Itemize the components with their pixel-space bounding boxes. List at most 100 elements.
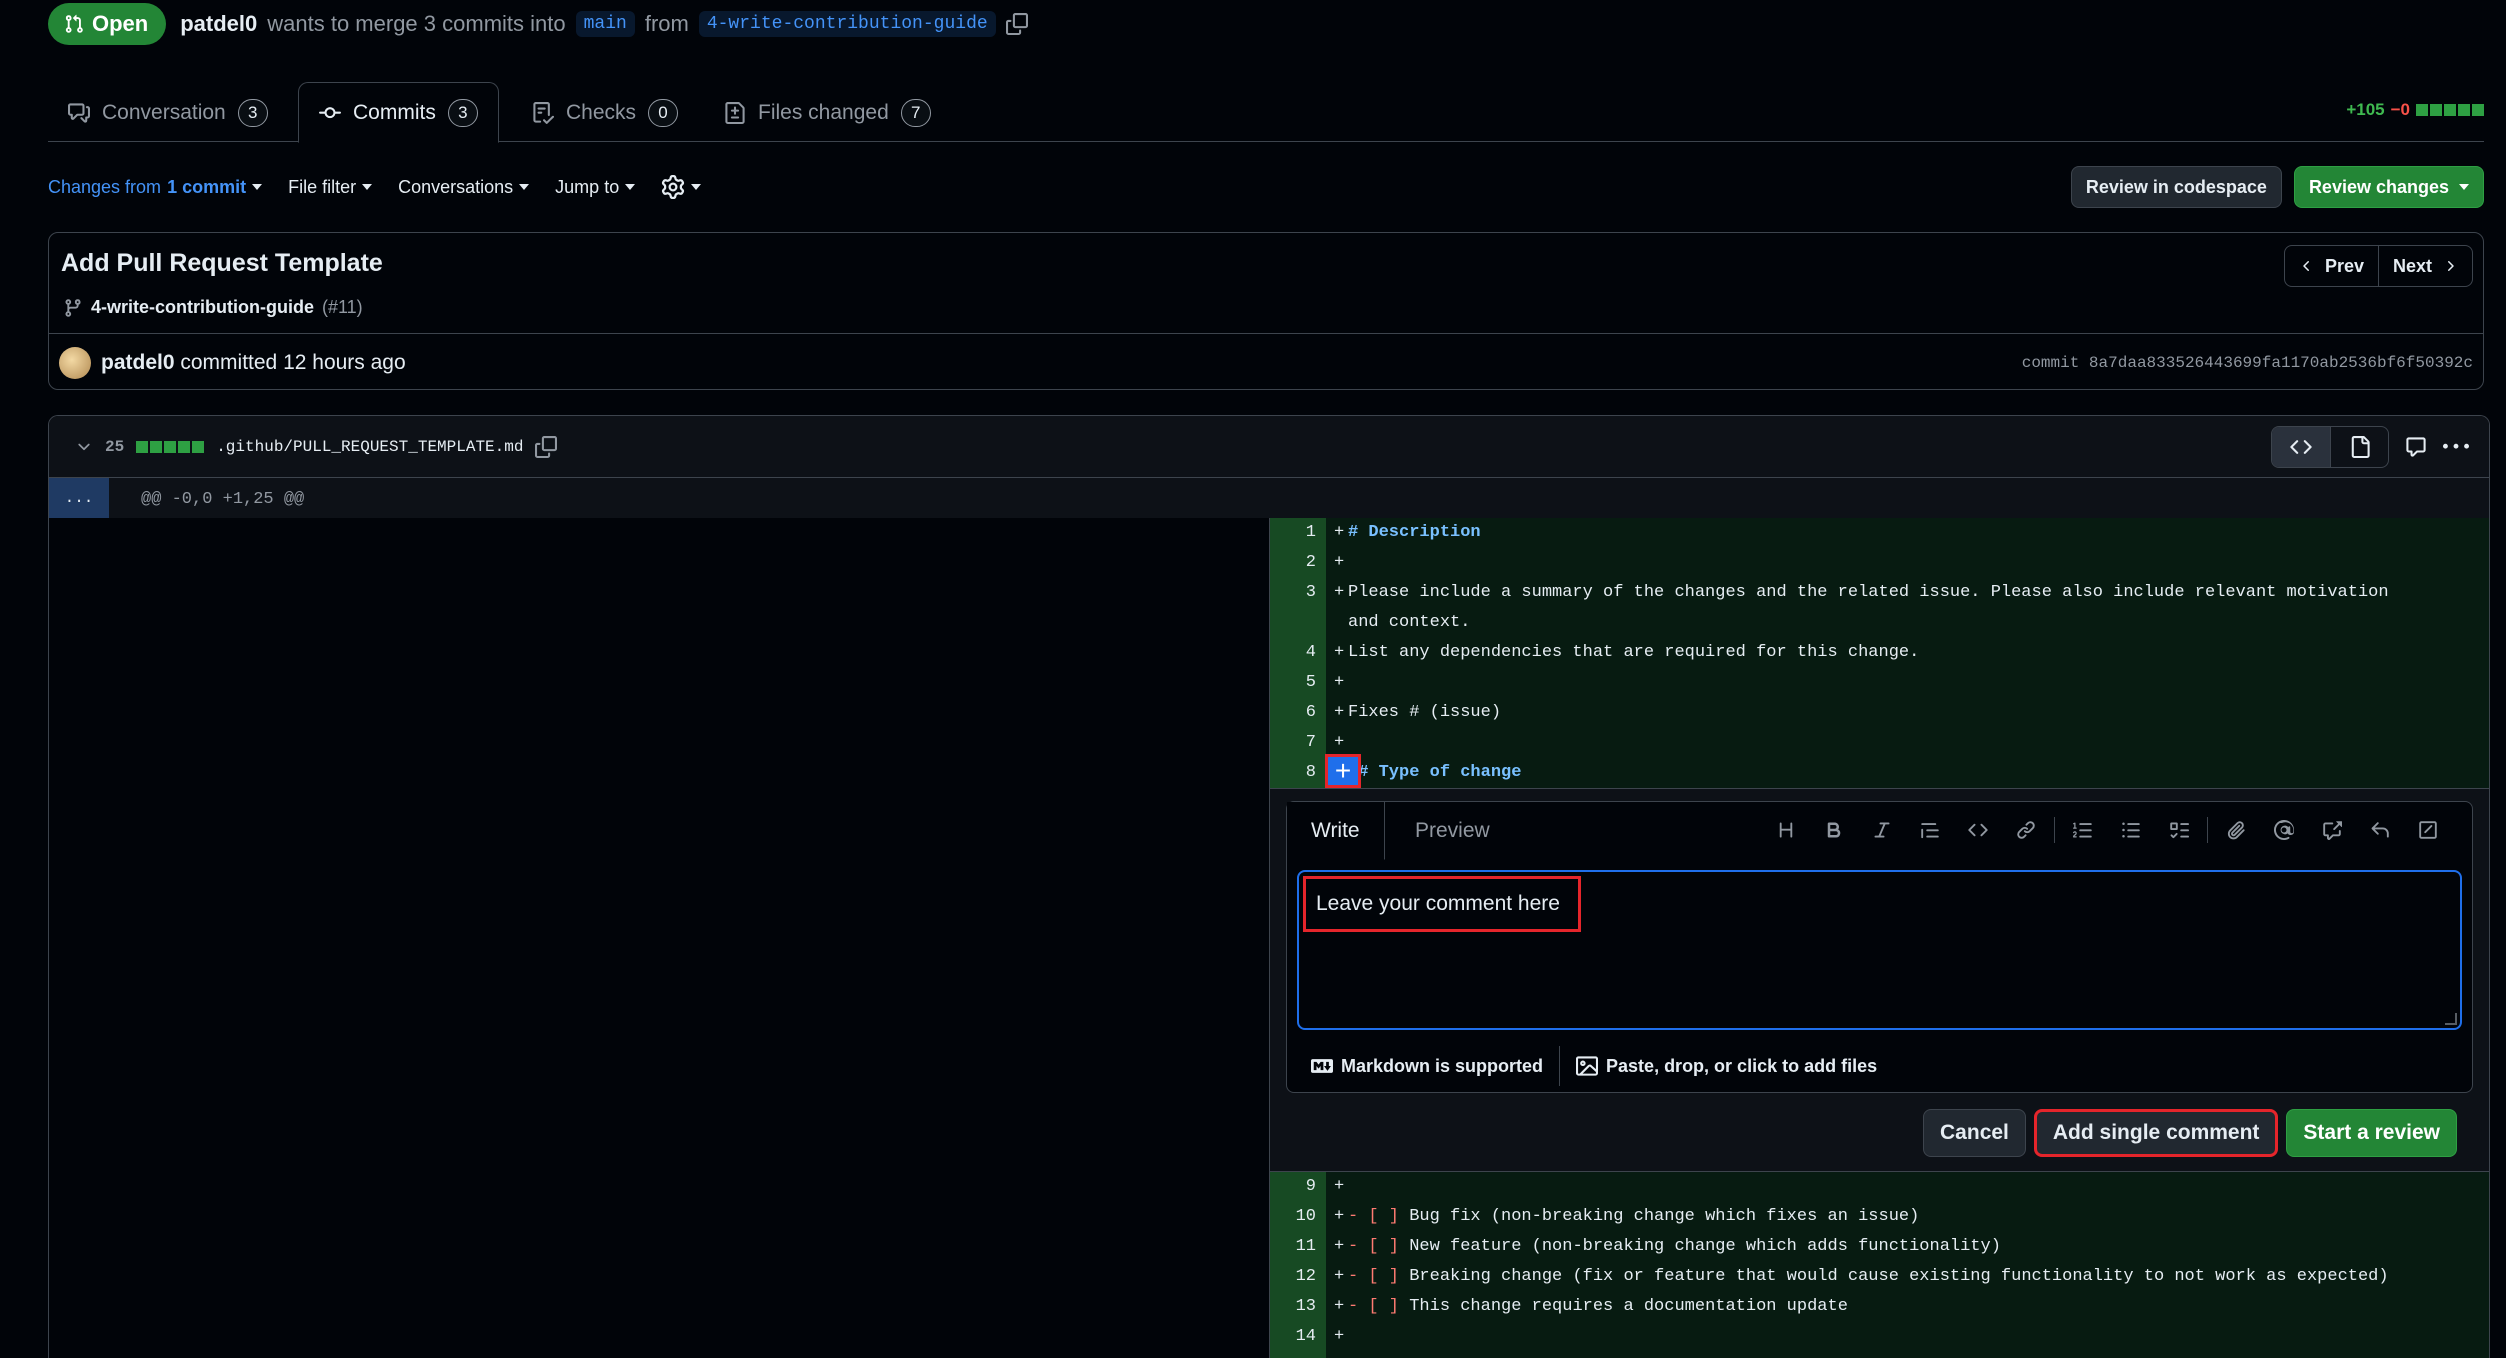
start-review-button[interactable]: Start a review (2286, 1109, 2457, 1157)
line-code: List any dependencies that are required … (1348, 643, 1920, 662)
chevron-down-icon (252, 184, 263, 190)
conversations-dropdown[interactable]: Conversations (398, 177, 530, 198)
commit-pager: Prev Next (2283, 245, 2473, 287)
line-code: - [ ] This change requires a documentati… (1348, 1292, 2489, 1322)
chevron-down-icon (625, 184, 636, 190)
write-tab[interactable]: Write (1287, 802, 1385, 860)
rich-diff-button[interactable] (2330, 427, 2388, 467)
diff-settings-dropdown[interactable] (661, 175, 702, 199)
kebab-horizontal-icon[interactable] (2443, 434, 2469, 460)
line-text: Bug fix (non-breaking change which fixes… (1409, 1207, 1920, 1226)
jump-to-dropdown[interactable]: Jump to (555, 177, 636, 198)
expand-hunk-button[interactable]: ... (49, 478, 109, 518)
tab-commits[interactable]: Commits 3 (298, 82, 499, 143)
commit-time: committed 12 hours ago (180, 350, 406, 374)
cancel-button[interactable]: Cancel (1923, 1109, 2026, 1157)
commit-sha[interactable]: commit 8a7daa833526443699fa1170ab2536bf6… (2022, 354, 2473, 372)
preview-tab[interactable]: Preview (1391, 802, 1514, 860)
file-name[interactable]: .github/PULL_REQUEST_TEMPLATE.md (216, 438, 523, 456)
line-number[interactable]: 1 (1270, 518, 1326, 548)
tab-conversation[interactable]: Conversation 3 (48, 82, 288, 143)
resize-handle[interactable] (2445, 1013, 2457, 1025)
comment-tabs: Write Preview (1287, 802, 2472, 860)
add-files-link[interactable]: Paste, drop, or click to add files (1576, 1055, 1877, 1077)
line-number[interactable]: 4 (1270, 638, 1326, 668)
line-number[interactable]: 6 (1270, 698, 1326, 728)
diff-line: 7 + (1270, 728, 2489, 758)
diff-sign: + (1334, 1207, 1345, 1226)
line-number[interactable]: 5 (1270, 668, 1326, 698)
comment-textarea[interactable]: Leave your comment here (1297, 870, 2462, 1030)
markdown-supported-link[interactable]: Markdown is supported (1311, 1055, 1543, 1077)
review-in-codespace-button[interactable]: Review in codespace (2070, 166, 2282, 208)
link-button[interactable] (2002, 814, 2050, 846)
pr-tabs: Conversation 3 Commits 3 Checks 0 Files … (48, 82, 2484, 143)
line-code: ## Type of change (1348, 763, 1522, 782)
head-branch[interactable]: 4-write-contribution-guide (698, 11, 996, 37)
ordered-list-button[interactable] (2059, 814, 2107, 846)
comment-icon[interactable] (2405, 436, 2427, 458)
file-header-actions (2271, 426, 2469, 468)
saved-reply-button[interactable] (2356, 814, 2404, 846)
commit-author-link[interactable]: patdel0 (101, 351, 175, 374)
commit-pr-ref[interactable]: (#11) (322, 297, 363, 318)
cross-reference-button[interactable] (2308, 814, 2356, 846)
view-mode-toggle (2271, 426, 2389, 468)
copy-icon[interactable] (535, 435, 558, 458)
next-commit-button[interactable]: Next (2377, 246, 2472, 286)
comment-actions: Cancel Add single comment Start a review (1923, 1109, 2457, 1157)
tab-files-changed[interactable]: Files changed 7 (704, 82, 951, 143)
line-number[interactable]: 14 (1270, 1322, 1326, 1358)
avatar[interactable] (59, 346, 91, 379)
markdown-icon (1311, 1059, 1333, 1073)
task-list-button[interactable] (2155, 814, 2203, 846)
line-number[interactable]: 2 (1270, 548, 1326, 578)
mention-button[interactable] (2260, 814, 2308, 846)
checkbox-marker: - [ ] (1348, 1297, 1400, 1316)
line-code (1348, 668, 2489, 698)
chevron-down-icon[interactable] (75, 438, 93, 456)
changes-from-label: Changes from (48, 176, 162, 197)
unordered-list-button[interactable] (2107, 814, 2155, 846)
quote-icon (1921, 823, 1939, 839)
line-number[interactable]: 11 (1270, 1232, 1326, 1262)
chevron-down-icon (362, 184, 373, 190)
heading-button[interactable] (1762, 814, 1810, 846)
base-branch[interactable]: main (575, 11, 635, 37)
changes-from-dropdown[interactable]: Changes from 1 commit (48, 176, 263, 198)
prev-commit-button[interactable]: Prev (2285, 246, 2378, 286)
quote-button[interactable] (1906, 814, 1954, 846)
add-line-comment-button[interactable]: + (1325, 754, 1361, 788)
bold-button[interactable] (1810, 814, 1858, 846)
tab-checks-label: Checks (566, 100, 637, 124)
pr-author-link[interactable]: patdel0 (180, 11, 257, 37)
attach-button[interactable] (2212, 814, 2260, 846)
review-changes-button[interactable]: Review changes (2293, 166, 2484, 208)
add-single-comment-button[interactable]: Add single comment (2033, 1109, 2279, 1157)
source-diff-button[interactable] (2272, 427, 2330, 467)
line-number[interactable]: 13 (1270, 1292, 1326, 1322)
diff-right-pane: 1 + # Description 2 + 3 + Please include… (1269, 518, 2489, 1358)
diff-line: 12 + - [ ] Breaking change (fix or featu… (1270, 1262, 2489, 1292)
diffstat-blocks (2416, 104, 2484, 116)
line-number[interactable]: 3 (1270, 578, 1326, 638)
tab-commits-label: Commits (353, 100, 436, 124)
line-number[interactable]: 10 (1270, 1202, 1326, 1232)
code-button[interactable] (1954, 814, 2002, 846)
tab-checks[interactable]: Checks 0 (512, 82, 698, 143)
chevron-down-icon (2459, 184, 2469, 190)
line-number[interactable]: 12 (1270, 1262, 1326, 1292)
commit-branch-name[interactable]: 4-write-contribution-guide (91, 297, 314, 318)
file-filter-dropdown[interactable]: File filter (288, 177, 373, 198)
suggestion-button[interactable] (2404, 814, 2452, 846)
line-number[interactable]: 7 (1270, 728, 1326, 758)
next-label: Next (2392, 255, 2432, 276)
hunk-header: ... @@ -0,0 +1,25 @@ (49, 478, 2489, 518)
toolbar-divider (2207, 817, 2208, 843)
line-number[interactable]: 9 (1270, 1172, 1326, 1202)
line-number[interactable]: 8 (1270, 758, 1326, 788)
copy-icon[interactable] (1005, 13, 1028, 35)
italic-button[interactable] (1858, 814, 1906, 846)
italic-icon (1874, 822, 1890, 838)
toolbar-divider (2054, 817, 2055, 843)
